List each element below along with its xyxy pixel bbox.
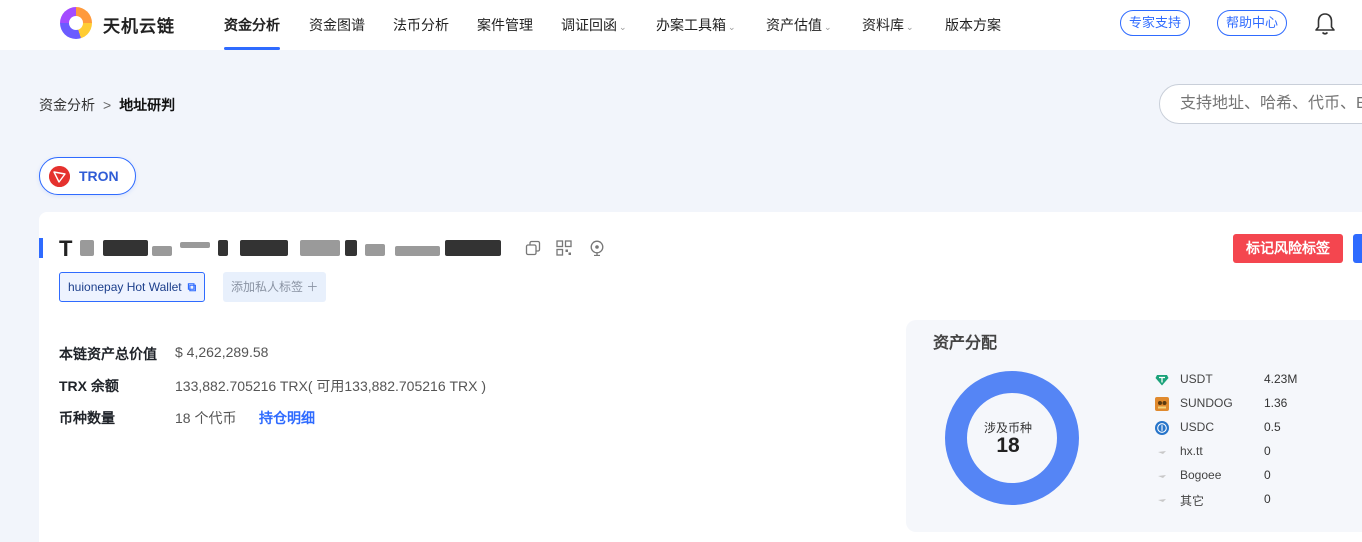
- wallet-label-text: huionepay Hot Wallet: [68, 280, 182, 294]
- breadcrumb-separator: >: [103, 97, 112, 113]
- legend-item-usdt[interactable]: USDT 4.23M: [1155, 372, 1355, 388]
- chevron-down-icon: ⌄: [906, 22, 914, 32]
- address-redaction: [103, 240, 148, 256]
- copy-icon[interactable]: [525, 240, 541, 256]
- address-redaction: [345, 240, 357, 256]
- tianji-logo-icon[interactable]: [60, 7, 92, 39]
- address-redaction: [152, 246, 172, 256]
- legend-item-usdc[interactable]: USDC 0.5: [1155, 420, 1355, 436]
- chevron-down-icon: ⌄: [619, 22, 627, 32]
- address-redaction: [180, 242, 210, 248]
- legend-name: USDC: [1180, 420, 1215, 434]
- legend-name: 其它: [1180, 494, 1205, 508]
- usdc-icon: [1155, 421, 1169, 435]
- address-redaction: [240, 240, 288, 256]
- address-redaction: [218, 240, 228, 256]
- nav-library[interactable]: 资料库 ⌄: [862, 15, 914, 35]
- nav-version-plans[interactable]: 版本方案: [945, 15, 1001, 35]
- section-accent-bar: [39, 238, 43, 258]
- legend-value: 0: [1264, 468, 1271, 482]
- nav-fund-graph[interactable]: 资金图谱: [309, 15, 365, 35]
- wallet-label-tag[interactable]: huionepay Hot Wallet ⧉: [59, 272, 206, 302]
- address-redaction: [300, 240, 340, 256]
- legend-value: 1.36: [1264, 396, 1288, 410]
- active-nav-indicator: [224, 47, 280, 50]
- asset-distribution-title: 资产分配: [933, 335, 998, 352]
- legend-item-hx-tt[interactable]: hx.tt 0: [1155, 444, 1355, 460]
- donut-center-value: 18: [996, 434, 1020, 457]
- other-token-icon: [1158, 499, 1166, 502]
- external-link-icon[interactable]: ⧉: [188, 273, 197, 301]
- bell-icon[interactable]: [1314, 12, 1336, 36]
- legend-value: 0: [1264, 444, 1271, 458]
- legend-value: 0: [1264, 492, 1271, 506]
- nav-label: 版本方案: [945, 17, 1001, 33]
- sundog-icon: [1155, 397, 1169, 411]
- address-redaction: [445, 240, 501, 256]
- chain-selector-tron[interactable]: TRON: [39, 157, 136, 195]
- legend-value: 0.5: [1264, 420, 1281, 434]
- nav-evidence-reply[interactable]: 调证回函 ⌄: [561, 15, 627, 35]
- qrcode-icon[interactable]: [556, 240, 572, 256]
- mark-risk-tag-button[interactable]: 标记风险标签: [1233, 234, 1343, 263]
- nav-label: 资金图谱: [309, 17, 365, 33]
- token-count-label: 币种数量: [59, 410, 115, 426]
- tron-icon: [49, 166, 70, 187]
- legend-item-bogoee[interactable]: Bogoee 0: [1155, 468, 1355, 484]
- search-input[interactable]: [1159, 84, 1362, 124]
- holdings-detail-link[interactable]: 持仓明细: [259, 408, 315, 428]
- help-center-button[interactable]: 帮助中心: [1217, 10, 1288, 36]
- legend-item-other[interactable]: 其它 0: [1155, 492, 1355, 508]
- nav-case-management[interactable]: 案件管理: [477, 15, 533, 35]
- breadcrumb: 资金分析 > 地址研判: [39, 95, 175, 115]
- total-value: $ 4,262,289.58: [175, 344, 269, 360]
- nav-label: 资金分析: [224, 17, 280, 33]
- nav-label: 资料库: [862, 17, 904, 33]
- top-navbar: 天机云链 资金分析 资金图谱 法币分析 案件管理 调证回函 ⌄ 办案工具箱 ⌄ 资产…: [0, 0, 1362, 50]
- chevron-down-icon: ⌄: [824, 22, 832, 32]
- breadcrumb-parent[interactable]: 资金分析: [39, 97, 95, 113]
- address-redaction: [395, 246, 440, 256]
- trx-balance-label: TRX 余额: [59, 378, 119, 394]
- nav-fund-analysis[interactable]: 资金分析: [224, 15, 280, 35]
- total-value-label: 本链资产总价值: [59, 346, 157, 362]
- usdt-icon: [1155, 375, 1169, 386]
- chain-label: TRON: [79, 168, 119, 184]
- nav-fiat-analysis[interactable]: 法币分析: [393, 15, 449, 35]
- address-redaction: [365, 244, 385, 256]
- secondary-action-button[interactable]: [1353, 234, 1362, 263]
- nav-toolbox[interactable]: 办案工具箱 ⌄: [656, 15, 736, 35]
- nav-label: 办案工具箱: [656, 17, 726, 33]
- legend-name: Bogoee: [1180, 468, 1222, 482]
- bogoee-icon: [1158, 475, 1166, 478]
- nav-label: 资产估值: [766, 17, 822, 33]
- nav-label: 调证回函: [561, 17, 617, 33]
- breadcrumb-current: 地址研判: [119, 97, 176, 113]
- expert-support-button[interactable]: 专家支持: [1120, 10, 1191, 36]
- hx-tt-icon: [1158, 451, 1166, 454]
- add-private-tag-button[interactable]: 添加私人标签 ＋: [223, 272, 327, 302]
- trx-balance-value: 133,882.705216 TRX( 可用133,882.705216 TRX…: [175, 378, 487, 394]
- nav-asset-valuation[interactable]: 资产估值 ⌄: [766, 15, 832, 35]
- legend-name: USDT: [1180, 372, 1213, 386]
- legend-name: hx.tt: [1180, 444, 1203, 458]
- brand-name[interactable]: 天机云链: [103, 12, 175, 37]
- nav-label: 案件管理: [477, 17, 533, 33]
- chevron-down-icon: ⌄: [728, 22, 736, 32]
- address-redaction: [80, 240, 94, 256]
- legend-item-sundog[interactable]: SUNDOG 1.36: [1155, 396, 1355, 412]
- nav-label: 法币分析: [393, 17, 449, 33]
- address-text[interactable]: T: [59, 236, 72, 261]
- token-count-value: 18 个代币: [175, 410, 237, 426]
- legend-value: 4.23M: [1264, 372, 1298, 386]
- location-pin-icon[interactable]: [589, 240, 605, 256]
- legend-name: SUNDOG: [1180, 396, 1233, 410]
